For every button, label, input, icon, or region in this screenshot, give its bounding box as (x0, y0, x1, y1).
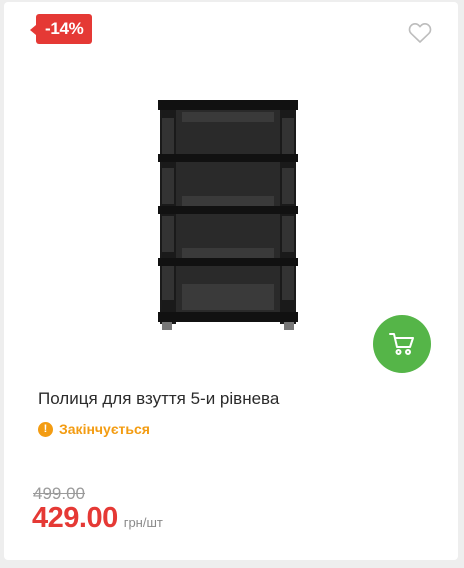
shopping-cart-icon (389, 333, 414, 355)
stock-status-label: Закінчується (59, 421, 150, 437)
product-card[interactable]: -14% Полиця для взуття 5-и рівнева ! Зак… (4, 2, 458, 560)
exclamation-icon: ! (38, 421, 53, 437)
old-price: 499.00 (33, 484, 85, 503)
favorite-heart-icon[interactable] (408, 22, 432, 44)
product-title[interactable]: Полиця для взуття 5-и рівнева (38, 389, 279, 409)
add-to-cart-button[interactable] (373, 315, 431, 373)
discount-badge: -14% (30, 14, 92, 44)
price-row: 429.00 грн/шт (32, 502, 163, 535)
price-unit: грн/шт (123, 515, 163, 530)
stock-status: ! Закінчується (38, 421, 150, 437)
product-image[interactable] (152, 98, 304, 338)
current-price: 429.00 (32, 502, 118, 534)
